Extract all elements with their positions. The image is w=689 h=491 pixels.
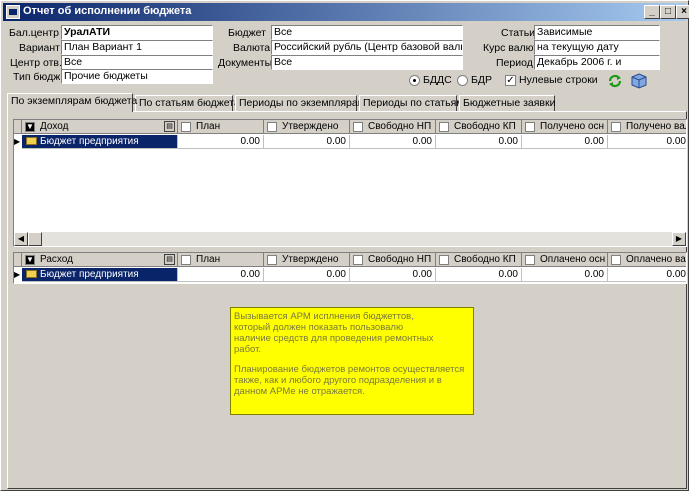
variant-label: Вариант <box>19 42 60 54</box>
table-row[interactable]: Бюджет предприятия <box>22 135 178 149</box>
table-cell[interactable]: 0.00 <box>436 268 522 282</box>
tab-periods-by-articles[interactable]: Периоды по статьям <box>359 95 463 111</box>
income-name-header[interactable]: Доход ▤ <box>22 120 178 134</box>
table-cell[interactable]: 0.00 <box>522 135 608 149</box>
scroll-left-icon[interactable]: ◀ <box>14 232 28 246</box>
resp-center-field[interactable]: Все <box>61 55 213 70</box>
balcenter-label: Бал.центр <box>9 27 59 39</box>
zero-rows-checkbox[interactable]: ✓ <box>505 75 516 86</box>
column-checkbox[interactable] <box>267 122 277 132</box>
table-cell[interactable]: 0.00 <box>522 268 608 282</box>
expense-col-approved[interactable]: Утверждено <box>264 253 350 267</box>
cube-icon[interactable] <box>631 73 647 89</box>
column-checkbox[interactable] <box>353 255 363 265</box>
income-horizontal-scrollbar[interactable]: ◀ ▶ <box>14 232 686 246</box>
column-checkbox[interactable] <box>181 122 191 132</box>
income-col-approved[interactable]: Утверждено <box>264 120 350 134</box>
column-checkbox[interactable] <box>267 255 277 265</box>
sort-dropdown-icon[interactable] <box>25 253 35 266</box>
column-checkbox[interactable] <box>525 255 535 265</box>
column-checkbox[interactable] <box>611 122 621 132</box>
budget-type-label: Тип бюдж. <box>13 71 64 83</box>
close-button[interactable]: × <box>676 5 689 19</box>
column-checkbox[interactable] <box>353 122 363 132</box>
bdr-radio[interactable] <box>457 75 468 86</box>
title-bar[interactable]: Отчет об исполнении бюджета _ □ × <box>3 3 689 21</box>
tab-periods-by-instances[interactable]: Периоды по экземплярам <box>235 95 365 111</box>
tab-by-instances[interactable]: По экземплярам бюджета <box>7 93 137 112</box>
income-col-received-cur[interactable]: Получено вал <box>608 120 686 134</box>
budget-field[interactable]: Все <box>271 25 463 40</box>
table-cell[interactable]: 0.00 <box>178 135 264 149</box>
expense-col-free-np[interactable]: Свободно НП <box>350 253 436 267</box>
annotation-note: Вызывается АРМ исплнения бюджеттов, кото… <box>230 307 474 415</box>
folder-icon <box>26 137 37 145</box>
income-col-free-np[interactable]: Свободно НП <box>350 120 436 134</box>
bdr-label: БДР <box>471 74 493 86</box>
window-title: Отчет об исполнении бюджета <box>23 5 192 17</box>
row-indicator-header <box>14 253 22 267</box>
column-checkbox[interactable] <box>611 255 621 265</box>
scroll-thumb[interactable] <box>28 232 42 246</box>
folder-icon <box>26 270 37 278</box>
income-grid[interactable]: Доход ▤ План Утверждено Свободно НП Своб… <box>13 119 687 247</box>
expense-col-plan[interactable]: План <box>178 253 264 267</box>
table-cell[interactable]: 0.00 <box>436 135 522 149</box>
budget-type-field[interactable]: Прочие бюджеты <box>61 69 213 84</box>
sort-dropdown-icon[interactable] <box>25 120 35 133</box>
note-paragraph-2: Планирование бюджетов ремонтов осуществл… <box>234 364 465 397</box>
app-icon <box>6 5 20 19</box>
note-paragraph-1: Вызывается АРМ исплнения бюджеттов, кото… <box>234 311 434 355</box>
expense-col-paid-cur[interactable]: Оплачено вал <box>608 253 686 267</box>
table-cell[interactable]: 0.00 <box>608 268 686 282</box>
rate-field[interactable]: на текущую дату <box>534 40 660 55</box>
period-field[interactable]: Декабрь 2006 г. и <box>534 55 660 70</box>
budget-label: Бюджет <box>228 27 266 39</box>
table-cell[interactable]: 0.00 <box>608 135 686 149</box>
grid-menu-icon[interactable]: ▤ <box>164 121 175 132</box>
income-col-received-main[interactable]: Получено осн <box>522 120 608 134</box>
table-cell[interactable]: 0.00 <box>350 268 436 282</box>
refresh-icon[interactable] <box>607 73 623 89</box>
currency-label: Валюта <box>233 42 271 54</box>
balcenter-field[interactable]: УралАТИ <box>61 25 213 40</box>
bdds-label: БДДС <box>423 74 452 86</box>
column-checkbox[interactable] <box>439 255 449 265</box>
expense-name-header[interactable]: Расход ▤ <box>22 253 178 267</box>
table-cell[interactable]: 0.00 <box>264 268 350 282</box>
table-row[interactable]: Бюджет предприятия <box>22 268 178 282</box>
articles-label: Статьи <box>501 27 536 39</box>
articles-field[interactable]: Зависимые <box>534 25 660 40</box>
bdds-radio[interactable] <box>409 75 420 86</box>
current-row-marker-icon: ▶ <box>14 270 21 279</box>
report-window: Отчет об исполнении бюджета _ □ × Бал.це… <box>0 0 689 491</box>
resp-center-label: Центр отв. <box>10 57 62 69</box>
row-indicator-header <box>14 120 22 134</box>
column-checkbox[interactable] <box>525 122 535 132</box>
currency-field[interactable]: Российский рубль (Центр базовой валюты) <box>271 40 463 55</box>
column-checkbox[interactable] <box>439 122 449 132</box>
rate-label: Курс валют <box>483 42 539 54</box>
column-checkbox[interactable] <box>181 255 191 265</box>
income-col-plan[interactable]: План <box>178 120 264 134</box>
variant-field[interactable]: План Вариант 1 <box>61 40 213 55</box>
tab-by-articles[interactable]: По статьям бюджета <box>135 95 240 111</box>
expense-grid[interactable]: Расход ▤ План Утверждено Свободно НП Сво… <box>13 252 687 284</box>
scroll-right-icon[interactable]: ▶ <box>672 232 686 246</box>
tab-budget-requests[interactable]: Бюджетные заявки <box>459 95 555 111</box>
zero-rows-label: Нулевые строки <box>519 74 598 86</box>
documents-field[interactable]: Все <box>271 55 463 70</box>
income-col-free-kp[interactable]: Свободно КП <box>436 120 522 134</box>
expense-col-free-kp[interactable]: Свободно КП <box>436 253 522 267</box>
documents-label: Документы <box>218 57 273 69</box>
table-cell[interactable]: 0.00 <box>264 135 350 149</box>
table-cell[interactable]: 0.00 <box>178 268 264 282</box>
expense-col-paid-main[interactable]: Оплачено осн <box>522 253 608 267</box>
maximize-button[interactable]: □ <box>660 5 676 19</box>
period-label: Период <box>496 57 533 69</box>
grid-menu-icon[interactable]: ▤ <box>164 254 175 265</box>
minimize-button[interactable]: _ <box>644 5 660 19</box>
table-cell[interactable]: 0.00 <box>350 135 436 149</box>
current-row-marker-icon: ▶ <box>14 137 21 146</box>
